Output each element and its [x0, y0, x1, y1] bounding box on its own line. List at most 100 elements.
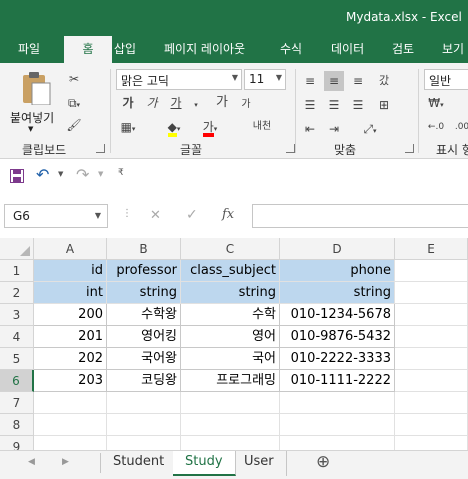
tab-file[interactable]: 파일	[10, 36, 48, 63]
underline-button[interactable]: 가	[166, 93, 186, 113]
save-icon[interactable]	[10, 169, 24, 183]
cell-d6[interactable]: 010-1111-2222	[280, 370, 395, 392]
bold-button[interactable]: 가	[118, 93, 138, 113]
cell-a9[interactable]	[34, 436, 107, 450]
orientation-icon[interactable]: ⤢▾	[352, 119, 388, 139]
customize-qat-icon[interactable]: ₹	[118, 168, 124, 178]
borders-icon[interactable]: ▦▾	[118, 117, 138, 137]
align-top-icon[interactable]: ≡	[300, 71, 320, 91]
column-header-d[interactable]: D	[280, 238, 395, 260]
cell-e7[interactable]	[395, 392, 468, 414]
cell-c5[interactable]: 국어	[181, 348, 280, 370]
cell-d4[interactable]: 010-9876-5432	[280, 326, 395, 348]
worksheet-grid[interactable]: A B C D E 1 2 3 4 5 6 7 8 9 id professor…	[0, 238, 468, 450]
select-all-button[interactable]	[0, 238, 34, 260]
cell-d5[interactable]: 010-2222-3333	[280, 348, 395, 370]
cell-d1[interactable]: phone	[280, 260, 395, 282]
phonetic-button[interactable]: 내천	[248, 117, 276, 137]
scroll-sheets-right-icon[interactable]: ▶	[62, 457, 69, 467]
cell-d8[interactable]	[280, 414, 395, 436]
paste-dropdown-icon[interactable]: ▼	[28, 125, 33, 133]
align-middle-icon[interactable]: ≡	[324, 71, 344, 91]
row-header-7[interactable]: 7	[0, 392, 34, 414]
name-box[interactable]: G6 ▼	[4, 204, 108, 228]
row-header-5[interactable]: 5	[0, 348, 34, 370]
insert-function-icon[interactable]: fx	[222, 207, 234, 222]
cell-b7[interactable]	[107, 392, 181, 414]
tab-home[interactable]: 홈	[64, 36, 112, 63]
fill-color-icon[interactable]: ◆▾	[164, 117, 184, 137]
cell-a6[interactable]: 203	[34, 370, 107, 392]
cell-b5[interactable]: 국어왕	[107, 348, 181, 370]
paste-button[interactable]: 붙여넣기 ▼	[8, 69, 56, 137]
cell-a2[interactable]: int	[34, 282, 107, 304]
cell-c9[interactable]	[181, 436, 280, 450]
cell-c3[interactable]: 수학	[181, 304, 280, 326]
cell-a1[interactable]: id	[34, 260, 107, 282]
cell-c2[interactable]: string	[181, 282, 280, 304]
scroll-sheets-left-icon[interactable]: ◀	[28, 457, 35, 467]
increase-decimal-icon[interactable]: ←.0	[426, 117, 446, 137]
sheet-tab-study[interactable]: Study	[173, 451, 236, 476]
cell-c7[interactable]	[181, 392, 280, 414]
sheet-tab-student[interactable]: Student	[101, 451, 178, 476]
cell-d7[interactable]	[280, 392, 395, 414]
cell-b9[interactable]	[107, 436, 181, 450]
cell-d3[interactable]: 010-1234-5678	[280, 304, 395, 326]
tab-page-layout[interactable]: 페이지 레이아웃	[156, 36, 253, 63]
cell-b6[interactable]: 코딩왕	[107, 370, 181, 392]
cell-d9[interactable]	[280, 436, 395, 450]
align-right-icon[interactable]: ☰	[348, 95, 368, 115]
tab-insert[interactable]: 삽입	[106, 36, 144, 63]
row-header-3[interactable]: 3	[0, 304, 34, 326]
row-header-9[interactable]: 9	[0, 436, 34, 450]
column-header-b[interactable]: B	[107, 238, 181, 260]
cell-e1[interactable]	[395, 260, 468, 282]
cell-a8[interactable]	[34, 414, 107, 436]
formula-input[interactable]	[252, 204, 468, 228]
cell-a4[interactable]: 201	[34, 326, 107, 348]
cell-c4[interactable]: 영어	[181, 326, 280, 348]
align-center-icon[interactable]: ☰	[324, 95, 344, 115]
tab-view[interactable]: 보기	[434, 36, 468, 63]
cell-c6[interactable]: 프로그래밍	[181, 370, 280, 392]
sheet-tab-user[interactable]: User	[232, 451, 287, 476]
column-header-c[interactable]: C	[181, 238, 280, 260]
font-size-select[interactable]: 11 ▼	[244, 69, 286, 90]
cell-c1[interactable]: class_subject	[181, 260, 280, 282]
format-painter-icon[interactable]: 🖌	[64, 115, 84, 135]
cell-b4[interactable]: 영어킹	[107, 326, 181, 348]
undo-dropdown-icon[interactable]: ▼	[58, 170, 63, 178]
enter-icon[interactable]: ✓	[186, 207, 198, 223]
shrink-font-button[interactable]: 가	[236, 95, 256, 115]
decrease-indent-icon[interactable]: ⇤	[300, 119, 320, 139]
font-color-icon[interactable]: 가▾	[200, 117, 220, 137]
cell-b3[interactable]: 수학왕	[107, 304, 181, 326]
row-header-8[interactable]: 8	[0, 414, 34, 436]
redo-icon[interactable]: ↷	[76, 165, 89, 184]
merge-center-icon[interactable]: ⊞	[374, 95, 394, 115]
font-launcher-icon[interactable]	[286, 144, 295, 153]
copy-icon[interactable]: ⧉▾	[64, 93, 84, 113]
decrease-decimal-icon[interactable]: .00	[452, 117, 468, 137]
cell-e9[interactable]	[395, 436, 468, 450]
cell-e2[interactable]	[395, 282, 468, 304]
cell-e6[interactable]	[395, 370, 468, 392]
row-header-4[interactable]: 4	[0, 326, 34, 348]
redo-dropdown-icon[interactable]: ▼	[98, 170, 103, 178]
row-header-6[interactable]: 6	[0, 370, 34, 392]
cell-a5[interactable]: 202	[34, 348, 107, 370]
underline-dropdown-icon[interactable]: ▾	[186, 93, 206, 113]
cell-b8[interactable]	[107, 414, 181, 436]
font-name-select[interactable]: 맑은 고딕 ▼	[116, 69, 242, 90]
cell-b1[interactable]: professor	[107, 260, 181, 282]
cell-e5[interactable]	[395, 348, 468, 370]
alignment-launcher-icon[interactable]	[405, 144, 414, 153]
cell-e3[interactable]	[395, 304, 468, 326]
column-header-e[interactable]: E	[395, 238, 468, 260]
row-header-2[interactable]: 2	[0, 282, 34, 304]
column-header-a[interactable]: A	[34, 238, 107, 260]
row-header-1[interactable]: 1	[0, 260, 34, 282]
cell-e4[interactable]	[395, 326, 468, 348]
tab-review[interactable]: 검토	[384, 36, 422, 63]
